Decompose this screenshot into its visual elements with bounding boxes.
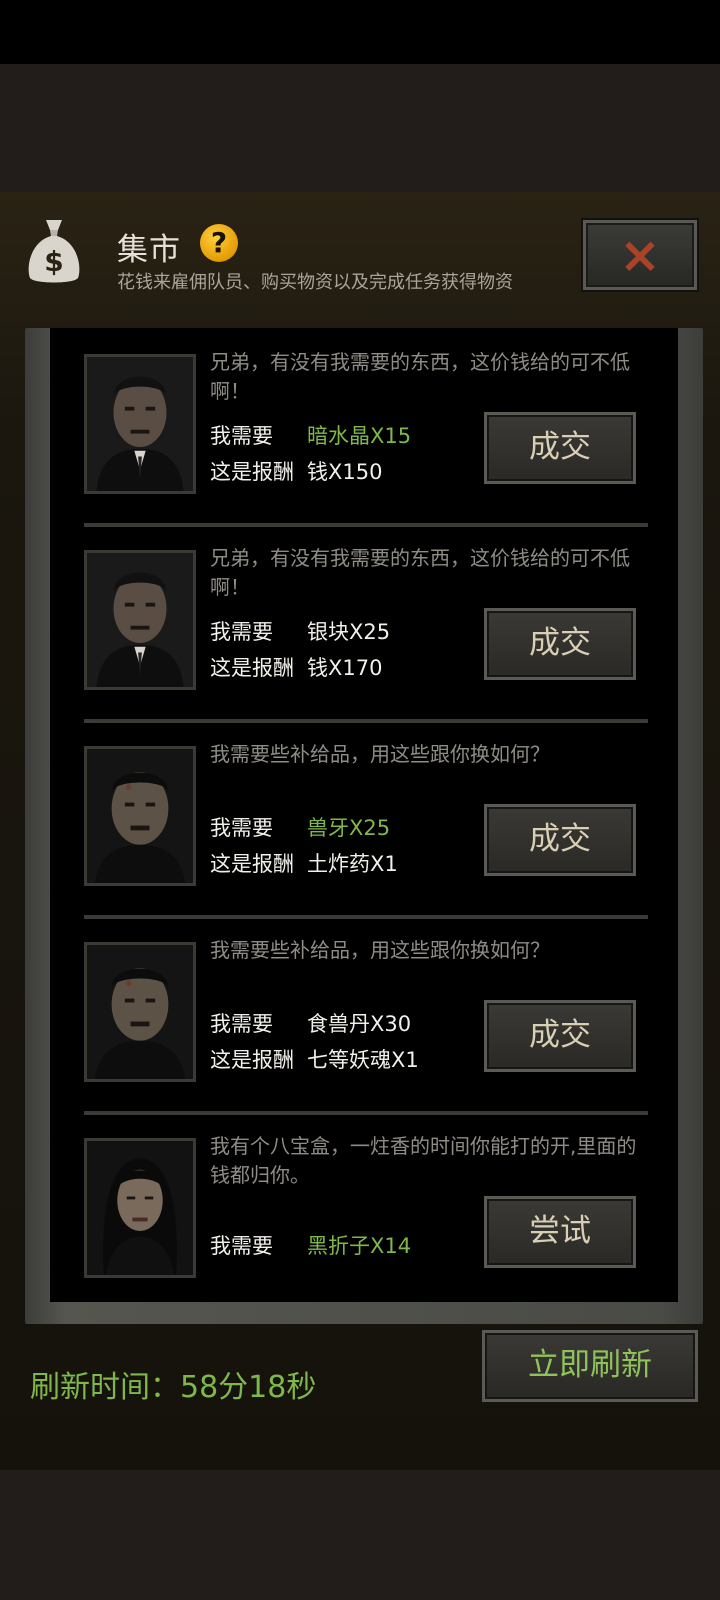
status-bar [0,0,720,64]
money-bag-icon: $ [24,216,84,286]
reward-value: 钱X170 [307,656,383,680]
reward-label: 这是报酬 [210,656,294,680]
need-value: 暗水晶X15 [307,424,412,448]
offer-quote: 我需要些补给品，用这些跟你换如何？ [210,938,550,962]
need-label: 我需要 [210,1012,273,1036]
offer-quote: 我有个八宝盒，一炷香的时间你能打的开,里面的钱都归你。 [210,1134,637,1187]
offer-row: 我有个八宝盒，一炷香的时间你能打的开,里面的钱都归你。 我需要 黑折子X14 尝… [50,1112,678,1302]
man-in-suit-portrait [84,550,196,690]
offer-row: 兄弟，有没有我需要的东西，这价钱给的可不低啊！ 我需要 银块X25 这是报酬 钱… [50,524,678,723]
dialog-header: $ 集市 ? 花钱来雇佣队员、购买物资以及完成任务获得物资 × [0,192,720,322]
woman-portrait [84,1138,196,1278]
page-subtitle: 花钱来雇佣队员、购买物资以及完成任务获得物资 [117,272,513,293]
close-button[interactable]: × [583,220,697,290]
need-value: 兽牙X25 [307,816,391,840]
offer-row: 兄弟，有没有我需要的东西，这价钱给的可不低啊！ 我需要 暗水晶X15 这是报酬 … [50,328,678,527]
need-label: 我需要 [210,1234,273,1258]
offer-list[interactable]: 兄弟，有没有我需要的东西，这价钱给的可不低啊！ 我需要 暗水晶X15 这是报酬 … [50,328,678,1302]
offer-row: 我需要些补给品，用这些跟你换如何？ 我需要 食兽丹X30 这是报酬 七等妖魂X1… [50,916,678,1115]
need-label: 我需要 [210,816,273,840]
offer-quote: 兄弟，有没有我需要的东西，这价钱给的可不低啊！ [210,350,630,403]
need-label: 我需要 [210,620,273,644]
need-value: 银块X25 [307,620,391,644]
offer-quote: 兄弟，有没有我需要的东西，这价钱给的可不低啊！ [210,546,630,599]
deal-button[interactable]: 成交 [484,412,636,484]
reward-label: 这是报酬 [210,460,294,484]
need-value: 黑折子X14 [307,1234,412,1258]
deal-button[interactable]: 成交 [484,804,636,876]
reward-value: 钱X150 [307,460,383,484]
try-button[interactable]: 尝试 [484,1196,636,1268]
bruised-man-portrait [84,942,196,1082]
help-icon[interactable]: ? [200,224,238,262]
reward-value: 七等妖魂X1 [307,1048,419,1072]
reward-label: 这是报酬 [210,852,294,876]
deal-button[interactable]: 成交 [484,1000,636,1072]
offer-row: 我需要些补给品，用这些跟你换如何？ 我需要 兽牙X25 这是报酬 土炸药X1 成… [50,720,678,919]
refresh-timer: 刷新时间：58分18秒 [30,1370,317,1405]
deal-button[interactable]: 成交 [484,608,636,680]
refresh-now-button[interactable]: 立即刷新 [482,1330,698,1402]
bruised-man-portrait [84,746,196,886]
reward-label: 这是报酬 [210,1048,294,1072]
need-value: 食兽丹X30 [307,1012,412,1036]
man-in-suit-portrait [84,354,196,494]
close-icon: × [619,226,661,284]
need-label: 我需要 [210,424,273,448]
svg-text:$: $ [44,245,63,278]
offer-quote: 我需要些补给品，用这些跟你换如何？ [210,742,550,766]
offer-list-frame: 兄弟，有没有我需要的东西，这价钱给的可不低啊！ 我需要 暗水晶X15 这是报酬 … [25,328,703,1324]
reward-value: 土炸药X1 [307,852,398,876]
page-title: 集市 [117,232,181,268]
market-dialog: $ 集市 ? 花钱来雇佣队员、购买物资以及完成任务获得物资 × 兄弟，有没有我需… [0,192,720,1470]
